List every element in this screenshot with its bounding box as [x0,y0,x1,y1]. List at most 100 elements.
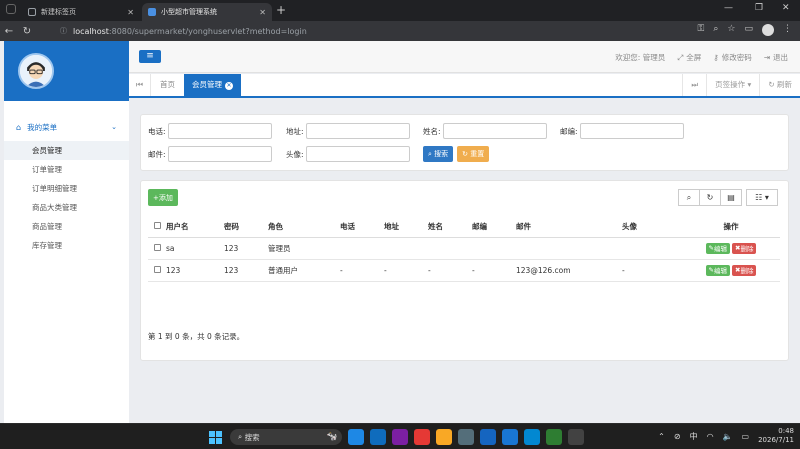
email-input[interactable] [167,146,272,162]
sidebar-item-order-details[interactable]: 订单明细管理 [4,179,129,198]
menu-toggle-button[interactable]: ≡ [139,50,161,63]
file-explorer-icon[interactable] [436,429,452,445]
edit-button[interactable]: ✎ 编辑 [705,242,730,254]
toggle-view-icon[interactable]: ▤ [720,189,742,206]
sidebar-item-orders[interactable]: 订单管理 [4,160,129,179]
column-header[interactable]: 姓名 [428,217,472,238]
row-checkbox[interactable] [154,243,161,251]
cell-phone: - [340,259,384,282]
columns-dropdown-icon[interactable]: ☷ ▾ [746,189,778,206]
reset-button[interactable]: ↻ 重置 [457,146,490,162]
search-button[interactable]: ⌕ 搜索 [423,146,454,162]
volume-icon[interactable]: 🔈 [723,432,733,441]
split-view-icon[interactable]: ▭ [744,24,753,36]
change-password-button[interactable]: ⚷ 修改密码 [713,52,752,63]
edit-label: 编辑 [714,267,727,275]
address-bar[interactable]: ⓘ localhost :8080/supermarket/yonghuserv… [60,24,700,38]
row-checkbox[interactable] [154,265,161,273]
phone-input[interactable] [167,123,272,139]
start-icon[interactable] [209,431,222,444]
column-header[interactable]: 地址 [384,217,428,238]
more-icon[interactable]: ⋮ [783,24,792,36]
taskbar-search[interactable]: ⌕ 搜索 🐄 [230,429,342,445]
edge-icon[interactable] [370,429,386,445]
chrome-icon[interactable] [414,429,430,445]
fullscreen-button[interactable]: ⤢ 全屏 [677,52,701,63]
tab-members[interactable]: 会员管理 ✕ [184,74,241,96]
ime-indicator[interactable]: 中 [690,431,698,442]
back-icon[interactable]: ← [0,26,18,37]
home-icon: ⌂ [16,122,22,132]
search-toggle-icon[interactable]: ⌕ [678,189,700,206]
column-header[interactable]: 用户名 [166,217,224,238]
window-close-icon[interactable]: ✕ [782,3,790,13]
app-icon [148,8,156,16]
name-field: 姓名: [423,123,547,139]
close-icon[interactable]: ✕ [259,8,266,17]
close-icon[interactable]: ✕ [225,82,233,90]
notifications-icon[interactable]: ⊘ [674,432,681,441]
refresh-icon[interactable]: ↻ [699,189,721,206]
maximize-icon[interactable]: ❐ [755,3,763,13]
site-info-icon[interactable]: ⓘ [60,26,67,36]
star-icon[interactable]: ☆ [727,24,735,36]
terminal-icon[interactable] [546,429,562,445]
select-all-checkbox[interactable] [154,222,161,230]
browser-tab-active[interactable]: 小型超市管理系统 ✕ [142,3,272,21]
column-header[interactable]: 邮件 [516,217,622,238]
steam-icon[interactable] [480,429,496,445]
delete-label: 删除 [740,245,754,253]
wifi-icon[interactable]: ◠ [707,432,714,441]
close-icon[interactable]: ✕ [127,8,134,17]
sidebar-menu-toggle[interactable]: ⌂ 我的菜单 ⌄ [4,113,129,141]
avatar-input[interactable] [305,146,410,162]
system-tray: ⌃ ⊘ 中 ◠ 🔈 ▭ 0:48 2026/7/11 [658,427,794,445]
refresh-button[interactable]: ↻ 刷新 [759,74,800,96]
sidebar-item-categories[interactable]: 商品大类管理 [4,198,129,217]
cell-role: 普通用户 [268,259,340,282]
column-header[interactable]: 头像 [622,217,682,238]
column-header[interactable]: 角色 [268,217,340,238]
delete-button[interactable]: ✖ 删除 [732,242,757,254]
search-actions: ⌕ 搜索 ↻ 重置 [423,146,490,162]
tab-actions-icon[interactable] [6,4,16,14]
tab-operations-dropdown[interactable]: 页签操作 ▾ [706,74,759,96]
browser-tab-new[interactable]: 新建标签页 ✕ [22,3,140,21]
tabs-scroll-right-icon[interactable]: ⏭ [682,74,706,96]
console-icon[interactable] [568,429,584,445]
tabs-scroll-left-icon[interactable]: ⏮ [129,74,151,96]
cell-username: 123 [166,259,224,282]
app-icon[interactable] [524,429,540,445]
key-icon[interactable]: ⚿ [698,24,705,36]
store-icon[interactable] [458,429,474,445]
zoom-icon[interactable]: ⌕ [713,24,718,36]
change-password-label: 修改密码 [721,53,752,62]
battery-icon[interactable]: ▭ [742,432,750,441]
reload-icon[interactable]: ↻ [18,26,36,37]
jetbrains-icon[interactable] [392,429,408,445]
chevron-up-icon[interactable]: ⌃ [658,432,665,441]
p-app-icon[interactable] [502,429,518,445]
edit-button[interactable]: ✎ 编辑 [705,264,730,276]
logout-icon: ⇥ [763,53,770,62]
add-button[interactable]: +添加 [148,189,178,206]
sidebar-item-products[interactable]: 商品管理 [4,217,129,236]
profile-icon[interactable] [762,24,774,36]
clock[interactable]: 0:48 2026/7/11 [758,427,794,445]
column-header[interactable]: 密码 [224,217,268,238]
minimize-icon[interactable]: — [724,3,733,13]
name-input[interactable] [442,123,547,139]
column-header[interactable]: 电话 [340,217,384,238]
zip-input[interactable] [579,123,684,139]
sidebar-item-members[interactable]: 会员管理 [4,141,129,160]
avatar[interactable] [18,53,54,89]
vscode-icon[interactable] [348,429,364,445]
new-tab-icon[interactable]: + [276,3,286,17]
sidebar-item-inventory[interactable]: 库存管理 [4,236,129,255]
logout-button[interactable]: ⇥ 退出 [764,52,788,63]
column-header[interactable]: 邮编 [472,217,516,238]
tab-home[interactable]: 首页 [151,74,184,96]
search-icon: ⌕ [238,432,245,441]
address-input[interactable] [305,123,410,139]
delete-button[interactable]: ✖ 删除 [732,264,757,276]
